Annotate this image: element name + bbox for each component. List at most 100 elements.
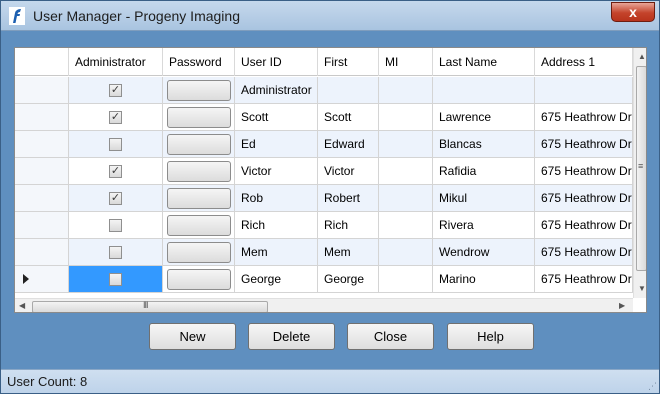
administrator-checkbox[interactable] <box>109 273 122 286</box>
vertical-scrollbar[interactable]: ▲ ≡ ▼ <box>633 48 646 298</box>
cell-user-id[interactable]: George <box>235 266 318 293</box>
table-row[interactable]: Mem Mem Wendrow 675 Heathrow Dr. <box>15 239 633 266</box>
table-row[interactable]: ✓ Scott Scott Lawrence 675 Heathrow Dr. <box>15 104 633 131</box>
cell-last-name[interactable]: Rafidia <box>433 158 535 185</box>
row-header[interactable] <box>15 158 69 185</box>
horizontal-scrollbar[interactable]: ◀ III ▶ <box>15 298 633 312</box>
table-row[interactable]: ✓ Administrator <box>15 77 633 104</box>
cell-mi[interactable] <box>379 212 433 239</box>
cell-user-id[interactable]: Administrator <box>235 77 318 104</box>
row-header[interactable] <box>15 212 69 239</box>
cell-first[interactable]: Edward <box>318 131 379 158</box>
vertical-scroll-thumb[interactable]: ≡ <box>636 66 646 271</box>
column-header-mi[interactable]: MI <box>379 48 433 76</box>
cell-administrator[interactable]: ✓ <box>69 77 163 104</box>
password-button[interactable] <box>167 80 231 101</box>
row-header[interactable] <box>15 77 69 104</box>
cell-address-1[interactable]: 675 Heathrow Dr. <box>535 266 633 293</box>
cell-last-name[interactable]: Mikul <box>433 185 535 212</box>
table-row[interactable]: ✓ Rob Robert Mikul 675 Heathrow Dr. <box>15 185 633 212</box>
cell-address-1[interactable]: 675 Heathrow Dr. <box>535 212 633 239</box>
cell-address-1[interactable]: 675 Heathrow Dr. <box>535 239 633 266</box>
users-grid[interactable]: Administrator Password User ID First MI … <box>14 47 647 313</box>
row-header[interactable] <box>15 104 69 131</box>
cell-administrator[interactable] <box>69 239 163 266</box>
password-button[interactable] <box>167 134 231 155</box>
cell-administrator[interactable]: ✓ <box>69 104 163 131</box>
title-bar[interactable]: User Manager - Progeny Imaging x <box>1 1 659 31</box>
administrator-checkbox[interactable] <box>109 219 122 232</box>
cell-last-name[interactable]: Rivera <box>433 212 535 239</box>
row-header[interactable] <box>15 239 69 266</box>
administrator-checkbox[interactable] <box>109 246 122 259</box>
administrator-checkbox[interactable]: ✓ <box>109 84 122 97</box>
cell-first[interactable]: Rich <box>318 212 379 239</box>
password-button[interactable] <box>167 215 231 236</box>
cell-first[interactable] <box>318 77 379 104</box>
table-row[interactable]: George George Marino 675 Heathrow Dr. <box>15 266 633 293</box>
administrator-checkbox[interactable]: ✓ <box>109 165 122 178</box>
cell-administrator[interactable] <box>69 131 163 158</box>
password-button[interactable] <box>167 188 231 209</box>
scroll-left-arrow-icon[interactable]: ◀ <box>19 301 25 310</box>
close-window-button[interactable]: x <box>611 2 655 22</box>
column-header-user-id[interactable]: User ID <box>235 48 318 76</box>
cell-administrator[interactable]: ✓ <box>69 158 163 185</box>
table-row[interactable]: ✓ Victor Victor Rafidia 675 Heathrow Dr. <box>15 158 633 185</box>
administrator-checkbox[interactable]: ✓ <box>109 111 122 124</box>
cell-first[interactable]: Robert <box>318 185 379 212</box>
close-button[interactable]: Close <box>347 323 434 350</box>
help-button[interactable]: Help <box>447 323 534 350</box>
row-header[interactable] <box>15 131 69 158</box>
cell-user-id[interactable]: Mem <box>235 239 318 266</box>
administrator-checkbox[interactable] <box>109 138 122 151</box>
cell-mi[interactable] <box>379 77 433 104</box>
cell-last-name[interactable]: Marino <box>433 266 535 293</box>
cell-first[interactable]: George <box>318 266 379 293</box>
row-header[interactable] <box>15 185 69 212</box>
cell-administrator[interactable] <box>69 212 163 239</box>
cell-mi[interactable] <box>379 239 433 266</box>
password-button[interactable] <box>167 269 231 290</box>
cell-mi[interactable] <box>379 104 433 131</box>
column-header-address-1[interactable]: Address 1 <box>535 48 633 76</box>
scroll-up-arrow-icon[interactable]: ▲ <box>638 52 646 61</box>
password-button[interactable] <box>167 107 231 128</box>
cell-mi[interactable] <box>379 185 433 212</box>
column-header-administrator[interactable]: Administrator <box>69 48 163 76</box>
cell-address-1[interactable]: 675 Heathrow Dr. <box>535 104 633 131</box>
cell-administrator[interactable]: ✓ <box>69 185 163 212</box>
password-button[interactable] <box>167 242 231 263</box>
cell-last-name[interactable]: Blancas <box>433 131 535 158</box>
cell-mi[interactable] <box>379 266 433 293</box>
cell-last-name[interactable] <box>433 77 535 104</box>
resize-grip-icon[interactable]: ⋰ <box>648 381 657 392</box>
cell-last-name[interactable]: Wendrow <box>433 239 535 266</box>
cell-mi[interactable] <box>379 158 433 185</box>
cell-first[interactable]: Mem <box>318 239 379 266</box>
cell-address-1[interactable]: 675 Heathrow Dr. <box>535 185 633 212</box>
cell-user-id[interactable]: Victor <box>235 158 318 185</box>
cell-address-1[interactable]: 675 Heathrow Dr. <box>535 158 633 185</box>
scroll-down-arrow-icon[interactable]: ▼ <box>638 284 646 293</box>
cell-mi[interactable] <box>379 131 433 158</box>
cell-last-name[interactable]: Lawrence <box>433 104 535 131</box>
delete-button[interactable]: Delete <box>248 323 335 350</box>
scroll-right-arrow-icon[interactable]: ▶ <box>619 301 625 310</box>
cell-first[interactable]: Victor <box>318 158 379 185</box>
table-row[interactable]: Ed Edward Blancas 675 Heathrow Dr. <box>15 131 633 158</box>
table-row[interactable]: Rich Rich Rivera 675 Heathrow Dr. <box>15 212 633 239</box>
cell-address-1[interactable] <box>535 77 633 104</box>
column-header-last-name[interactable]: Last Name <box>433 48 535 76</box>
cell-user-id[interactable]: Rob <box>235 185 318 212</box>
cell-user-id[interactable]: Scott <box>235 104 318 131</box>
cell-first[interactable]: Scott <box>318 104 379 131</box>
new-button[interactable]: New <box>149 323 236 350</box>
row-header[interactable] <box>15 266 69 293</box>
cell-address-1[interactable]: 675 Heathrow Dr. <box>535 131 633 158</box>
column-header-password[interactable]: Password <box>163 48 235 76</box>
password-button[interactable] <box>167 161 231 182</box>
horizontal-scroll-thumb[interactable]: III <box>32 300 268 312</box>
cell-user-id[interactable]: Ed <box>235 131 318 158</box>
column-header-first[interactable]: First <box>318 48 379 76</box>
